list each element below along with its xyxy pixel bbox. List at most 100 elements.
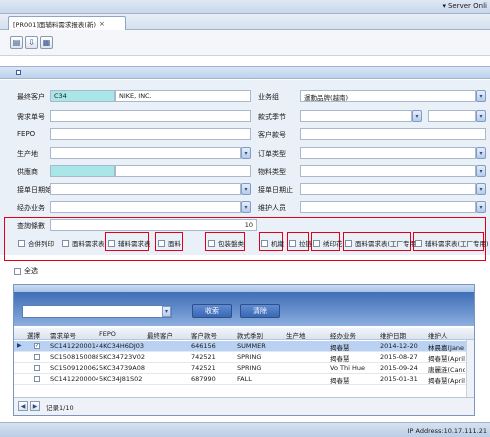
production-select[interactable] [50, 147, 241, 159]
clear-button[interactable]: 清除 [240, 304, 280, 318]
chevron-down-icon: ▾ [479, 149, 483, 157]
fepo-field[interactable] [50, 128, 251, 140]
column-header[interactable]: 最终客户 [147, 330, 173, 340]
search-button[interactable]: 收索 [192, 304, 232, 318]
chevron-down-icon: ▾ [244, 149, 248, 157]
table-row[interactable]: SC1508150088 5KC34723V02 742521 SPRING 揭… [14, 352, 474, 363]
tab-demand-report[interactable]: [PR001]面辅料需求报表(新) × [8, 16, 126, 30]
checkbox[interactable] [208, 239, 215, 247]
checkbox[interactable] [14, 267, 21, 275]
handler-select[interactable] [50, 201, 241, 213]
business-group-dropdown[interactable]: ▾ [476, 90, 486, 102]
dropdown-arrow-icon: ▾ [442, 2, 446, 10]
supplier-code-field[interactable] [50, 165, 115, 177]
production-dropdown[interactable]: ▾ [241, 147, 251, 159]
export-button[interactable]: ⇩ [25, 36, 38, 49]
column-header[interactable]: FEPO [99, 330, 116, 338]
order-type-select[interactable] [300, 147, 476, 159]
server-status-label: Server Onli [447, 2, 487, 10]
row-checkbox[interactable] [34, 354, 40, 360]
option-fabric[interactable]: 面料 [158, 238, 181, 248]
maintainer-dropdown[interactable]: ▾ [476, 201, 486, 213]
column-header[interactable]: 需求单号 [50, 330, 76, 340]
cell-season: SPRING [237, 353, 262, 361]
query-count-field[interactable]: 10 [50, 219, 257, 231]
season-dropdown-1[interactable]: ▾ [412, 110, 422, 122]
customer-code-field[interactable]: C34 [50, 90, 115, 102]
search-dropdown[interactable]: ▾ [162, 306, 171, 317]
checkbox[interactable] [289, 239, 296, 247]
material-type-dropdown[interactable]: ▾ [476, 165, 486, 177]
season-dropdown-2[interactable]: ▾ [476, 110, 486, 122]
search-input[interactable] [22, 305, 172, 318]
preview-button[interactable]: ▦ [40, 36, 53, 49]
server-status: ▾ Server Onli [442, 2, 487, 10]
checkbox[interactable] [313, 239, 320, 247]
title-strip: ▾ Server Onli [0, 0, 490, 14]
production-label: 生产地 [17, 150, 38, 158]
business-group-select[interactable]: 運動品牌(越南) [300, 90, 476, 102]
option-packaging[interactable]: 包装盤类 [208, 238, 244, 248]
select-all[interactable]: 全选 [14, 266, 38, 276]
option-fabric-demand[interactable]: 面料需求表 [62, 238, 105, 248]
column-header[interactable]: 经办业务 [330, 330, 356, 340]
checkbox[interactable] [18, 239, 25, 247]
next-page-button[interactable]: ▶ [30, 401, 40, 411]
table-row[interactable]: ▶ ✓ SC1412200014 4KC34H6DJ03 646156 SUMM… [14, 341, 474, 352]
chevron-down-icon: ▾ [479, 167, 483, 175]
print-button[interactable]: ▤ [10, 36, 23, 49]
checkbox[interactable] [62, 239, 69, 247]
option-accessory-demand-factory[interactable]: 辅料需求表(工厂专用) [415, 238, 489, 248]
chevron-left-icon: ◀ [20, 402, 26, 410]
table-row[interactable]: SC1412200004 5KC34J81S02 687990 FALL 揭春慧… [14, 374, 474, 385]
option-embroidery[interactable]: 绣印花 [313, 238, 343, 248]
row-checkbox[interactable] [34, 376, 40, 382]
prev-page-button[interactable]: ◀ [18, 401, 28, 411]
supplier-name-field[interactable] [115, 165, 251, 177]
handler-label: 经办业务 [17, 204, 45, 212]
material-type-select[interactable] [300, 165, 476, 177]
close-icon[interactable]: × [99, 20, 105, 28]
option-fabric-demand-factory[interactable]: 面料需求表(工厂专用) [345, 238, 419, 248]
column-header[interactable]: 選擇 [27, 330, 40, 340]
season-select-2[interactable] [428, 110, 476, 122]
column-header[interactable]: 款式季别 [237, 330, 263, 340]
customer-name-field[interactable]: NIKE, INC. [115, 90, 251, 102]
order-date-end-dropdown[interactable]: ▾ [476, 183, 486, 195]
option-woven[interactable]: 机織 [261, 238, 284, 248]
customer-style-field[interactable] [300, 128, 486, 140]
order-type-dropdown[interactable]: ▾ [476, 147, 486, 159]
print-icon: ▤ [12, 38, 21, 47]
column-header[interactable]: 维护日期 [380, 330, 406, 340]
option-zipper[interactable]: 拉链 [289, 238, 312, 248]
column-header[interactable]: 客户款号 [191, 330, 217, 340]
option-accessory-demand[interactable]: 辅料需求表 [108, 238, 151, 248]
fepo-label: FEPO [17, 130, 36, 138]
handler-dropdown[interactable]: ▾ [241, 201, 251, 213]
column-header[interactable]: 生产地 [286, 330, 306, 340]
cell-handler: 揭春慧 [330, 377, 350, 385]
order-date-start-dropdown[interactable]: ▾ [241, 183, 251, 195]
checkbox[interactable] [345, 239, 352, 247]
vertical-scrollbar[interactable] [466, 340, 474, 397]
option-merge-print[interactable]: 合併列印 [18, 238, 54, 248]
table-row[interactable]: SC1509120062 5KC34739A08 742521 SPRING V… [14, 363, 474, 374]
demand-no-field[interactable] [50, 110, 251, 122]
checkbox[interactable] [158, 239, 165, 247]
chevron-down-icon: ▾ [415, 112, 419, 120]
checkbox[interactable] [261, 239, 268, 247]
collapse-icon[interactable] [16, 70, 21, 75]
checkbox[interactable] [108, 239, 115, 247]
checkbox[interactable] [415, 239, 422, 247]
order-date-end-field[interactable] [300, 183, 476, 195]
row-checkbox[interactable] [34, 365, 40, 371]
season-select-1[interactable] [300, 110, 412, 122]
order-date-end-label: 接单日期止 [258, 186, 293, 194]
column-header[interactable]: 维护人 [428, 330, 448, 340]
order-date-start-field[interactable] [50, 183, 241, 195]
option-label: 辅料需求表(工厂专用) [425, 240, 489, 248]
maintainer-select[interactable] [300, 201, 476, 213]
cell-maintainer: 唐麗涟(Candy Ta... [428, 366, 465, 374]
row-checkbox[interactable]: ✓ [34, 343, 40, 349]
supplier-label: 供應商 [17, 168, 38, 176]
